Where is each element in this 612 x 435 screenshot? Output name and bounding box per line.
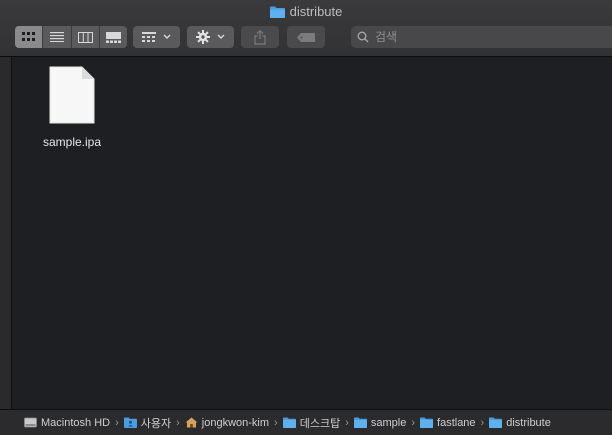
window-title-text: distribute [289,4,343,19]
path-item-macintosh-hd[interactable]: Macintosh HD [24,417,110,429]
columns-icon [77,31,93,43]
folder-icon [269,6,285,18]
tag-icon [297,32,315,42]
group-grid-icon [142,32,156,42]
hard-drive-icon [24,417,37,428]
share-button[interactable] [241,26,279,48]
search-field[interactable] [351,26,612,48]
chevron-right-icon: › [411,416,416,429]
view-mode-control [15,26,127,48]
tag-button[interactable] [287,26,325,48]
path-item-label: 데스크탑 [299,417,341,430]
path-item-label: Macintosh HD [41,416,111,429]
gallery-view-button[interactable] [100,26,127,48]
group-button[interactable] [133,26,180,48]
chevron-right-icon: › [274,416,278,429]
chevron-right-icon: › [345,416,349,429]
chevron-right-icon: › [480,416,485,429]
search-input[interactable] [373,29,607,45]
path-item-distribute[interactable]: distribute [489,417,551,429]
list-icon [49,32,64,42]
sidebar-collapsed-edge[interactable] [0,57,12,409]
file-name: sample.ipa [42,135,102,149]
chevron-right-icon: › [176,416,180,429]
chevron-down-icon [217,34,225,39]
list-view-button[interactable] [43,26,72,48]
grid-icon [21,32,35,41]
chevron-right-icon: › [115,416,119,429]
home-icon [185,417,198,428]
path-item-label: sample [370,416,407,429]
path-bar: Macintosh HD › 사용자 › jongkwon-kim › 데스크탑… [0,409,612,435]
finder-window: distribute 검색 sample.ipa Macintosh HD › … [0,0,612,435]
path-item-users[interactable]: 사용자 [123,415,172,431]
path-item-sample[interactable]: sample [353,416,407,429]
column-view-button[interactable] [72,26,100,48]
path-item-label: distribute [506,416,551,429]
path-item-desktop[interactable]: 데스크탑 [282,415,341,431]
path-item-home[interactable]: jongkwon-kim [185,417,269,429]
path-item-label: fastlane [437,416,476,429]
action-button[interactable] [187,26,234,48]
file-browser-area[interactable]: sample.ipa [12,57,612,409]
folder-icon [282,417,296,428]
folder-icon [420,417,434,428]
chevron-down-icon [163,34,171,39]
gallery-icon [105,31,121,43]
users-folder-icon [123,417,137,428]
search-icon [357,31,369,43]
path-item-fastlane[interactable]: fastlane [420,417,476,429]
path-item-label: jongkwon-kim [201,416,270,429]
file-item[interactable]: sample.ipa [34,65,110,149]
toolbar: distribute [0,0,612,57]
gear-icon [196,30,210,44]
document-icon [49,66,95,124]
share-icon [254,29,266,45]
icon-view-button[interactable] [15,26,44,48]
folder-icon [353,417,367,428]
path-item-label: 사용자 [140,417,172,430]
folder-icon [489,417,503,428]
window-title: distribute [0,4,612,19]
